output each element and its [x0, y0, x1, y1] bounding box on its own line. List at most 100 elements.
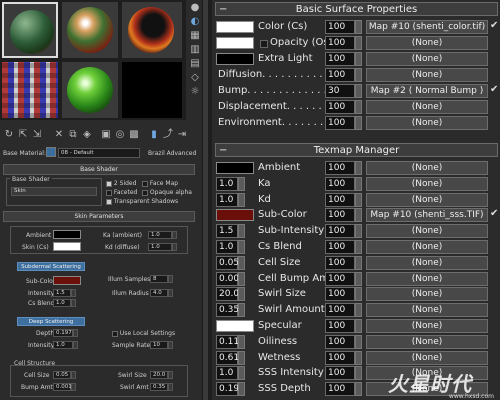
texmap-row-amount[interactable]: 100 — [325, 350, 355, 365]
illum-radius-field[interactable]: 4.0 — [150, 289, 168, 297]
texmap-row-map-button[interactable]: (None) — [366, 303, 488, 318]
texmap-row-map-button[interactable]: (None) — [366, 240, 488, 254]
texmap-row-amount[interactable]: 100 — [325, 161, 355, 175]
texmap-row-param-value[interactable]: 0.197 — [216, 382, 245, 397]
basic-color-swatch[interactable] — [216, 53, 254, 65]
basic-row-amount[interactable]: 100 — [325, 68, 355, 82]
put-to-scene-icon[interactable]: ⇱ — [17, 129, 29, 141]
opt-opaque-alpha[interactable]: Opaque alpha — [142, 189, 192, 196]
backlight-icon[interactable]: ◐ — [189, 16, 201, 28]
texmap-row-param-value[interactable]: 0.05 — [216, 255, 239, 270]
deep-scattering-tab[interactable]: Deep Scattering — [17, 317, 85, 326]
material-slot-2[interactable] — [62, 2, 118, 58]
texmap-row-spinner[interactable] — [355, 240, 362, 254]
get-material-icon[interactable]: ↻ — [3, 129, 15, 141]
options-icon[interactable]: ☼ — [189, 86, 201, 98]
material-picker-icon[interactable] — [46, 147, 56, 157]
basic-row-map-button[interactable]: Map #2 ( Normal Bump ) — [366, 84, 488, 98]
texmap-row-map-button[interactable]: (None) — [366, 334, 488, 349]
kd-field[interactable]: 1.0 — [148, 243, 172, 251]
texmap-row-param-value[interactable]: 1.0 — [216, 176, 238, 191]
texmap-color-swatch[interactable] — [216, 209, 254, 222]
illum-radius-spinner[interactable] — [168, 289, 173, 297]
texmap-row-map-button[interactable]: Map #10 (shenti_sss.TIF) — [366, 208, 488, 223]
texmap-row-spinner[interactable] — [355, 303, 362, 318]
texmap-row-spinner[interactable] — [355, 319, 362, 333]
texmap-row-spinner[interactable] — [355, 382, 362, 397]
texmap-row-amount[interactable]: 100 — [325, 224, 355, 239]
texmap-row-param-spinner[interactable] — [238, 255, 245, 270]
basic-color-swatch[interactable] — [216, 21, 254, 33]
texmap-row-spinner[interactable] — [355, 192, 362, 207]
uv-tiling-icon[interactable]: ▥ — [189, 44, 201, 56]
intensity-field[interactable]: 1.5 — [53, 289, 71, 297]
texmap-row-amount[interactable]: 100 — [325, 255, 355, 270]
csblend-spinner[interactable] — [71, 299, 76, 307]
ka-spinner[interactable] — [172, 231, 177, 239]
cell-size-field[interactable]: 0.05 — [53, 371, 71, 379]
texmap-row-amount[interactable]: 100 — [325, 287, 355, 302]
material-slot-4[interactable] — [2, 62, 58, 118]
basic-row-amount[interactable]: 100 — [325, 100, 355, 114]
texmap-row-param-spinner[interactable] — [238, 176, 245, 191]
texmap-row-param-spinner[interactable] — [238, 240, 245, 254]
texmap-row-spinner[interactable] — [355, 208, 362, 223]
texmap-color-swatch[interactable] — [216, 320, 254, 332]
basic-row-amount[interactable]: 100 — [325, 52, 355, 66]
texmap-row-map-button[interactable]: (None) — [366, 224, 488, 239]
texmap-row-amount[interactable]: 100 — [325, 192, 355, 207]
texmap-row-map-button[interactable]: (None) — [366, 319, 488, 333]
opacity-checkbox[interactable] — [260, 40, 268, 48]
shader-dropdown[interactable]: Skin — [11, 187, 97, 196]
basic-row-map-button[interactable]: (None) — [366, 116, 488, 130]
texmap-row-param-spinner[interactable] — [238, 366, 245, 381]
basic-row-spinner[interactable] — [355, 20, 362, 34]
opt-facemap[interactable]: Face Map — [142, 180, 178, 187]
basic-row-spinner[interactable] — [355, 84, 362, 98]
texmap-row-param-spinner[interactable] — [238, 192, 245, 207]
texmap-row-amount[interactable]: 100 — [325, 319, 355, 333]
texmap-row-param-spinner[interactable] — [238, 287, 245, 302]
material-slot-5[interactable] — [62, 62, 118, 118]
texmap-row-param-value[interactable]: 1.0 — [216, 192, 238, 207]
subcolor-swatch[interactable] — [53, 276, 81, 285]
material-slot-6[interactable] — [122, 62, 182, 118]
texmap-row-param-spinner[interactable] — [238, 303, 245, 318]
swirl-size-spinner[interactable] — [168, 371, 173, 379]
texmap-row-spinner[interactable] — [355, 287, 362, 302]
illum-samples-spinner[interactable] — [168, 275, 173, 283]
texmap-row-map-button[interactable]: (None) — [366, 271, 488, 286]
skin-cs-swatch[interactable] — [53, 242, 81, 251]
background-icon[interactable]: ▦ — [189, 30, 201, 42]
texmap-row-spinner[interactable] — [355, 366, 362, 381]
skin-params-header[interactable]: Skin Parameters — [3, 211, 195, 222]
basic-row-spinner[interactable] — [355, 100, 362, 114]
texmap-row-spinner[interactable] — [355, 161, 362, 175]
use-local-settings[interactable]: Use Local Settings — [112, 330, 175, 337]
show-map-icon[interactable]: ▩ — [128, 129, 140, 141]
show-end-result-icon[interactable]: ▮ — [148, 129, 160, 141]
opt-faceted[interactable]: Faceted — [106, 189, 137, 196]
basic-row-amount[interactable]: 100 — [325, 36, 355, 50]
illum-samples-field[interactable]: 8 — [150, 275, 168, 283]
go-to-parent-icon[interactable]: ⤴ — [162, 129, 174, 141]
material-slot-3[interactable] — [122, 2, 182, 58]
swirl-amt-spinner[interactable] — [168, 383, 173, 391]
make-preview-icon[interactable]: ◇ — [189, 72, 201, 84]
material-slot-1[interactable] — [2, 2, 58, 58]
texmap-row-param-value[interactable]: 0.61 — [216, 350, 239, 365]
texmap-row-param-spinner[interactable] — [238, 334, 245, 349]
basic-row-amount[interactable]: 30 — [325, 84, 355, 98]
texmap-manager-header[interactable]: − Texmap Manager — [215, 143, 498, 157]
material-id-icon[interactable]: ◎ — [114, 129, 126, 141]
texmap-row-param-value[interactable]: 20.0 — [216, 287, 239, 302]
basic-row-map-button[interactable]: (None) — [366, 68, 488, 82]
texmap-row-amount[interactable]: 100 — [325, 240, 355, 254]
texmap-row-param-value[interactable]: 1.0 — [216, 240, 238, 254]
texmap-row-amount[interactable]: 100 — [325, 208, 355, 223]
sample-rate-field[interactable]: 10 — [150, 341, 168, 349]
reset-map-icon[interactable]: ✕ — [53, 129, 65, 141]
basic-row-enable-check[interactable]: ✔ — [490, 20, 498, 31]
texmap-row-amount[interactable]: 100 — [325, 382, 355, 397]
texmap-row-param-value[interactable]: 1.0 — [216, 366, 238, 381]
